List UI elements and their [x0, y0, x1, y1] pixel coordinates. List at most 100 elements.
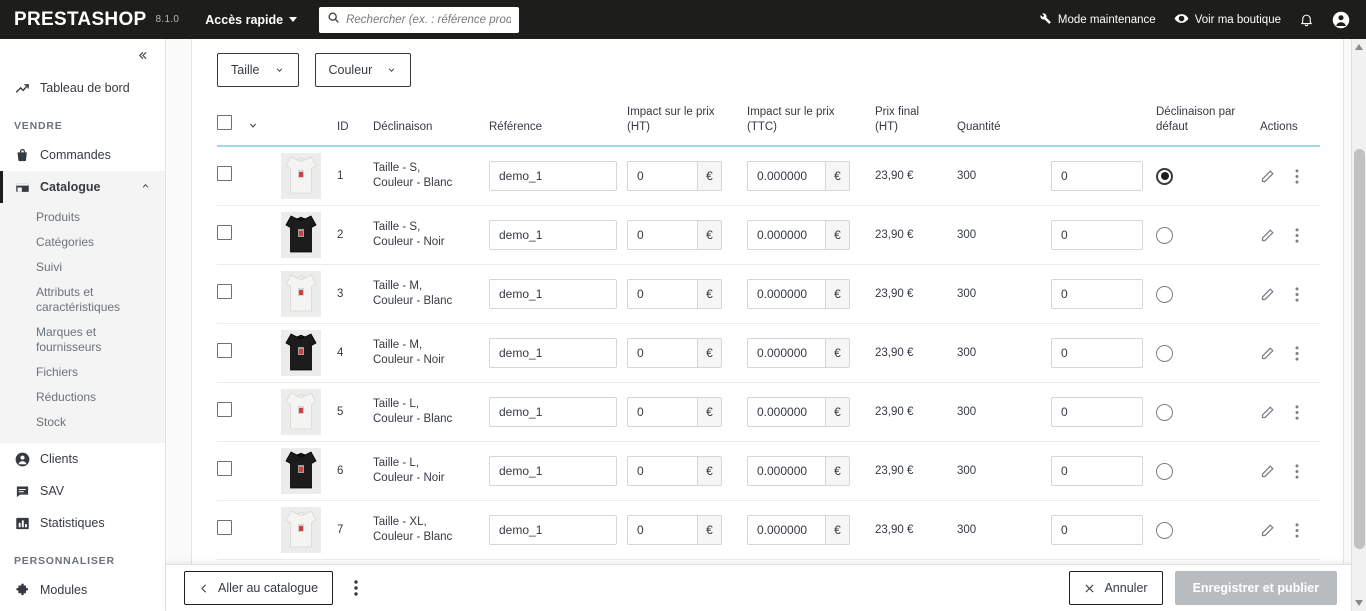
- impact-ttc-input[interactable]: [747, 456, 825, 486]
- collapse-sidebar-button[interactable]: [0, 39, 165, 72]
- sidebar-subitem-products[interactable]: Produits: [0, 205, 165, 230]
- edit-pencil-icon[interactable]: [1260, 228, 1275, 243]
- edit-pencil-icon[interactable]: [1260, 464, 1275, 479]
- default-declination-radio[interactable]: [1156, 403, 1173, 421]
- row-checkbox[interactable]: [217, 343, 232, 358]
- sidebar-item-sav[interactable]: SAV: [0, 475, 165, 507]
- impact-ht-input[interactable]: [627, 279, 697, 309]
- quick-access-menu[interactable]: Accès rapide: [205, 13, 298, 27]
- impact-ht-input[interactable]: [627, 338, 697, 368]
- reference-input[interactable]: [489, 220, 617, 250]
- global-search[interactable]: [319, 6, 520, 33]
- declinations-table: ID Déclinaison Référence Impact sur le p…: [217, 97, 1320, 611]
- impact-ht-input[interactable]: [627, 220, 697, 250]
- sidebar-subitem-monitoring[interactable]: Suivi: [0, 255, 165, 280]
- row-checkbox[interactable]: [217, 284, 232, 299]
- reference-input[interactable]: [489, 456, 617, 486]
- impact-ht-input[interactable]: [627, 515, 697, 545]
- filter-size-dropdown[interactable]: Taille: [217, 53, 299, 87]
- row-checkbox[interactable]: [217, 520, 232, 535]
- reference-input[interactable]: [489, 161, 617, 191]
- save-and-publish-button[interactable]: Enregistrer et publier: [1174, 571, 1337, 605]
- default-declination-radio[interactable]: [1156, 285, 1173, 303]
- row-checkbox[interactable]: [217, 402, 232, 417]
- edit-pencil-icon[interactable]: [1260, 405, 1275, 420]
- footer-more-options-button[interactable]: [343, 573, 369, 603]
- impact-ttc-input[interactable]: [747, 161, 825, 191]
- impact-ht-input[interactable]: [627, 456, 697, 486]
- scroll-up-arrow-icon[interactable]: [1355, 44, 1363, 50]
- maintenance-mode-link[interactable]: Mode maintenance: [1038, 11, 1156, 28]
- notifications-button[interactable]: [1299, 12, 1314, 27]
- row-declination-name: Taille - L, Couleur - Blanc: [373, 398, 453, 425]
- default-declination-radio[interactable]: [1156, 226, 1173, 244]
- impact-ht-group: €: [627, 456, 743, 486]
- sidebar-item-orders[interactable]: Commandes: [0, 139, 165, 171]
- row-kebab-menu-icon[interactable]: [1295, 286, 1299, 302]
- edit-pencil-icon[interactable]: [1260, 346, 1275, 361]
- quantity-input[interactable]: [1051, 161, 1143, 191]
- row-kebab-menu-icon[interactable]: [1295, 345, 1299, 361]
- sidebar-item-customers[interactable]: Clients: [0, 443, 165, 475]
- sidebar-subitem-brands[interactable]: Marques et fournisseurs: [0, 320, 165, 360]
- back-to-catalog-button[interactable]: Aller au catalogue: [184, 571, 334, 605]
- quantity-input[interactable]: [1051, 279, 1143, 309]
- impact-ttc-input[interactable]: [747, 220, 825, 250]
- currency-suffix-icon: €: [825, 515, 850, 545]
- select-all-checkbox[interactable]: [217, 115, 232, 130]
- impact-ttc-input[interactable]: [747, 397, 825, 427]
- sidebar-item-modules[interactable]: Modules: [0, 574, 165, 606]
- cancel-button[interactable]: Annuler: [1069, 571, 1163, 605]
- sidebar-item-dashboard[interactable]: Tableau de bord: [0, 72, 165, 104]
- chevron-down-icon: [389, 68, 395, 72]
- sidebar-subitem-attributes[interactable]: Attributs et caractéristiques: [0, 280, 165, 320]
- sidebar-label-dashboard: Tableau de bord: [40, 81, 130, 95]
- reference-input[interactable]: [489, 515, 617, 545]
- scrollbar-thumb[interactable]: [1354, 149, 1365, 549]
- default-declination-radio[interactable]: [1156, 167, 1173, 185]
- table-row: 6 Taille - L,Couleur - Noir € €23,90 € 300: [217, 442, 1320, 501]
- quantity-input[interactable]: [1051, 456, 1143, 486]
- edit-pencil-icon[interactable]: [1260, 523, 1275, 538]
- search-input[interactable]: [346, 13, 512, 26]
- quantity-input[interactable]: [1051, 397, 1143, 427]
- sidebar-item-catalog[interactable]: Catalogue: [0, 171, 165, 203]
- impact-ttc-input[interactable]: [747, 279, 825, 309]
- row-checkbox[interactable]: [217, 166, 232, 181]
- row-kebab-menu-icon[interactable]: [1295, 227, 1299, 243]
- impact-ht-input[interactable]: [627, 161, 697, 191]
- row-checkbox[interactable]: [217, 225, 232, 240]
- sidebar-subitem-discounts[interactable]: Réductions: [0, 385, 165, 410]
- row-kebab-menu-icon[interactable]: [1295, 522, 1299, 538]
- row-kebab-menu-icon[interactable]: [1295, 463, 1299, 479]
- reference-input[interactable]: [489, 279, 617, 309]
- filter-color-dropdown[interactable]: Couleur: [314, 53, 412, 87]
- edit-pencil-icon[interactable]: [1260, 169, 1275, 184]
- edit-pencil-icon[interactable]: [1260, 287, 1275, 302]
- row-final-price: 23,90 €: [875, 169, 914, 182]
- default-declination-radio[interactable]: [1156, 462, 1173, 480]
- reference-input[interactable]: [489, 397, 617, 427]
- sidebar-subitem-stock[interactable]: Stock: [0, 410, 165, 435]
- impact-ttc-input[interactable]: [747, 515, 825, 545]
- default-declination-radio[interactable]: [1156, 521, 1173, 539]
- sidebar-subitem-categories[interactable]: Catégories: [0, 230, 165, 255]
- currency-suffix-icon: €: [697, 338, 722, 368]
- quantity-input[interactable]: [1051, 338, 1143, 368]
- default-declination-radio[interactable]: [1156, 344, 1173, 362]
- row-checkbox[interactable]: [217, 461, 232, 476]
- scroll-down-arrow-icon[interactable]: [1355, 600, 1363, 606]
- user-avatar[interactable]: [1332, 11, 1350, 29]
- page-scrollbar[interactable]: [1351, 39, 1366, 611]
- sidebar-subitem-files[interactable]: Fichiers: [0, 360, 165, 385]
- quantity-input[interactable]: [1051, 515, 1143, 545]
- row-kebab-menu-icon[interactable]: [1295, 168, 1299, 184]
- view-shop-link[interactable]: Voir ma boutique: [1174, 11, 1281, 29]
- sidebar-item-stats[interactable]: Statistiques: [0, 507, 165, 539]
- quantity-input[interactable]: [1051, 220, 1143, 250]
- reference-input[interactable]: [489, 338, 617, 368]
- row-kebab-menu-icon[interactable]: [1295, 404, 1299, 420]
- bulk-actions-chevron-down-icon[interactable]: [247, 121, 259, 133]
- impact-ht-input[interactable]: [627, 397, 697, 427]
- impact-ttc-input[interactable]: [747, 338, 825, 368]
